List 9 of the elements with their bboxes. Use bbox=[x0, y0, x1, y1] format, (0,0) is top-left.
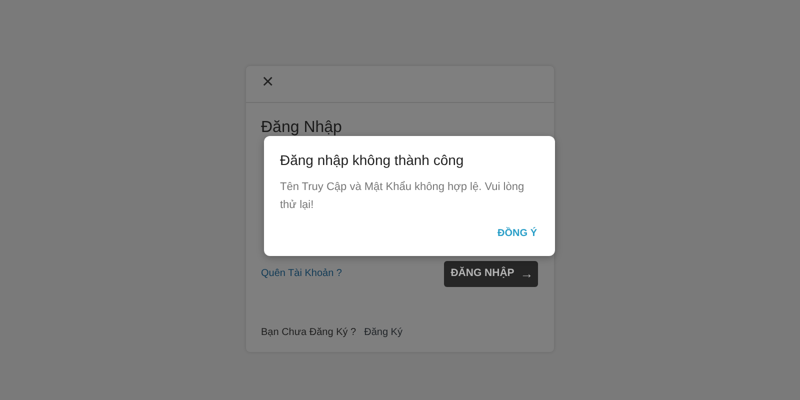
close-button[interactable]: × bbox=[262, 72, 274, 92]
signup-link[interactable]: Đăng Ký bbox=[364, 325, 402, 340]
login-button[interactable]: ĐĂNG NHẬP → bbox=[444, 260, 538, 288]
ok-button[interactable]: ĐỒNG Ý bbox=[494, 224, 541, 243]
login-title: Đăng Nhập bbox=[261, 119, 343, 137]
forgot-account-link[interactable]: Quên Tài Khoản ? bbox=[261, 266, 342, 282]
signup-prompt: Bạn Chưa Đăng Ký ? bbox=[261, 326, 356, 340]
dialog-title: Đăng nhập không thành công bbox=[280, 151, 465, 170]
dialog-message: Tên Truy Cập và Mật Khẩu không hợp lệ. Vui lòng thử lại! bbox=[280, 180, 526, 213]
